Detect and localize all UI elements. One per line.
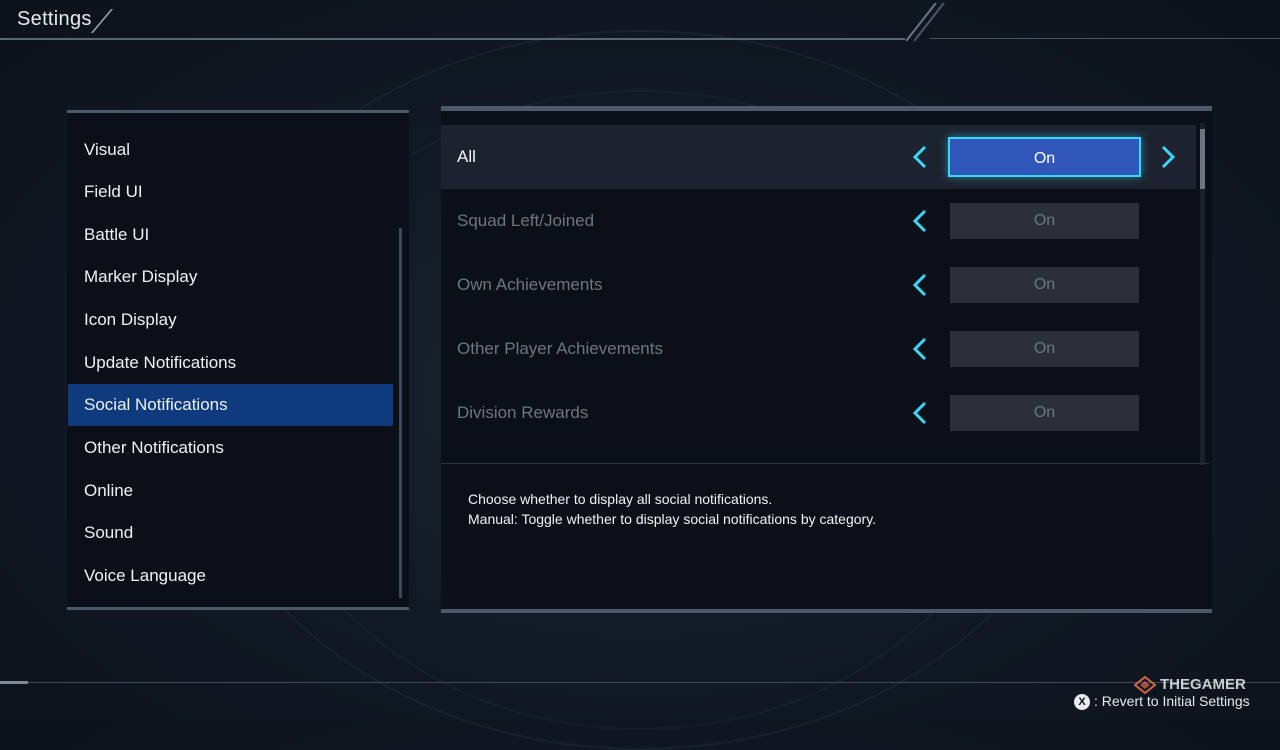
chevron-left-icon[interactable] xyxy=(909,397,931,429)
setting-row-other-player-achievements[interactable]: Other Player Achievements On xyxy=(441,317,1196,381)
sidebar-item-marker-display[interactable]: Marker Display xyxy=(68,256,393,298)
sidebar-item-update-notifications[interactable]: Update Notifications xyxy=(68,342,393,384)
sidebar-item-battle-ui[interactable]: Battle UI xyxy=(68,214,393,256)
sidebar-item-online[interactable]: Online xyxy=(68,470,393,512)
sidebar-item-icon-display[interactable]: Icon Display xyxy=(68,299,393,341)
setting-row-all[interactable]: All On xyxy=(441,125,1196,189)
setting-value-toggle[interactable]: On xyxy=(950,331,1139,367)
footer-divider-accent xyxy=(0,681,28,684)
sidebar-item-field-ui[interactable]: Field UI xyxy=(68,171,393,213)
chevron-left-icon[interactable] xyxy=(909,205,931,237)
setting-label: Own Achievements xyxy=(457,275,603,294)
footer-divider xyxy=(0,682,1280,683)
sidebar-item-voice-language[interactable]: Voice Language xyxy=(68,555,393,597)
description-divider xyxy=(441,463,1209,464)
chevron-left-icon[interactable] xyxy=(909,333,931,365)
watermark: THEGAMER xyxy=(1160,676,1246,693)
settings-panel: All On Squad Left/Joined On Own Achievem… xyxy=(441,106,1212,613)
chevron-right-icon[interactable] xyxy=(1157,141,1179,173)
setting-value-toggle[interactable]: On xyxy=(950,267,1139,303)
setting-label: Squad Left/Joined xyxy=(457,211,595,230)
setting-value-toggle[interactable]: On xyxy=(950,395,1139,431)
sidebar-item-visual[interactable]: Visual xyxy=(68,129,393,171)
sidebar-item-sound[interactable]: Sound xyxy=(68,512,393,554)
setting-description: Choose whether to display all social not… xyxy=(468,489,876,529)
header-diagonal-decoration xyxy=(905,2,937,42)
chevron-left-icon[interactable] xyxy=(909,269,931,301)
title-slash-decoration xyxy=(90,9,114,33)
sidebar-item-social-notifications[interactable]: Social Notifications xyxy=(68,384,393,426)
description-line-2: Manual: Toggle whether to display social… xyxy=(468,511,877,527)
setting-label: Other Player Achievements xyxy=(457,339,663,358)
watermark-logo-icon xyxy=(1134,676,1156,694)
setting-label: All xyxy=(457,147,476,166)
page-title: Settings xyxy=(17,8,92,30)
sidebar-item-other-notifications[interactable]: Other Notifications xyxy=(68,427,393,469)
description-line-1: Choose whether to display all social not… xyxy=(468,491,773,507)
header-divider xyxy=(0,38,905,40)
settings-scrollbar-thumb[interactable] xyxy=(1200,129,1205,189)
setting-row-squad-left-joined[interactable]: Squad Left/Joined On xyxy=(441,189,1196,253)
category-sidebar: Visual Field UI Battle UI Marker Display… xyxy=(67,110,409,610)
setting-label: Division Rewards xyxy=(457,403,589,422)
setting-value-toggle[interactable]: On xyxy=(950,203,1139,239)
setting-value-toggle[interactable]: On xyxy=(948,137,1141,177)
header-divider-right xyxy=(930,38,1280,39)
setting-row-division-rewards[interactable]: Division Rewards On xyxy=(441,381,1196,445)
x-button-icon[interactable]: X xyxy=(1074,694,1090,710)
revert-settings-hint[interactable]: : Revert to Initial Settings xyxy=(1094,693,1250,709)
setting-row-own-achievements[interactable]: Own Achievements On xyxy=(441,253,1196,317)
chevron-left-icon[interactable] xyxy=(909,141,931,173)
sidebar-scrollbar[interactable] xyxy=(399,228,402,598)
